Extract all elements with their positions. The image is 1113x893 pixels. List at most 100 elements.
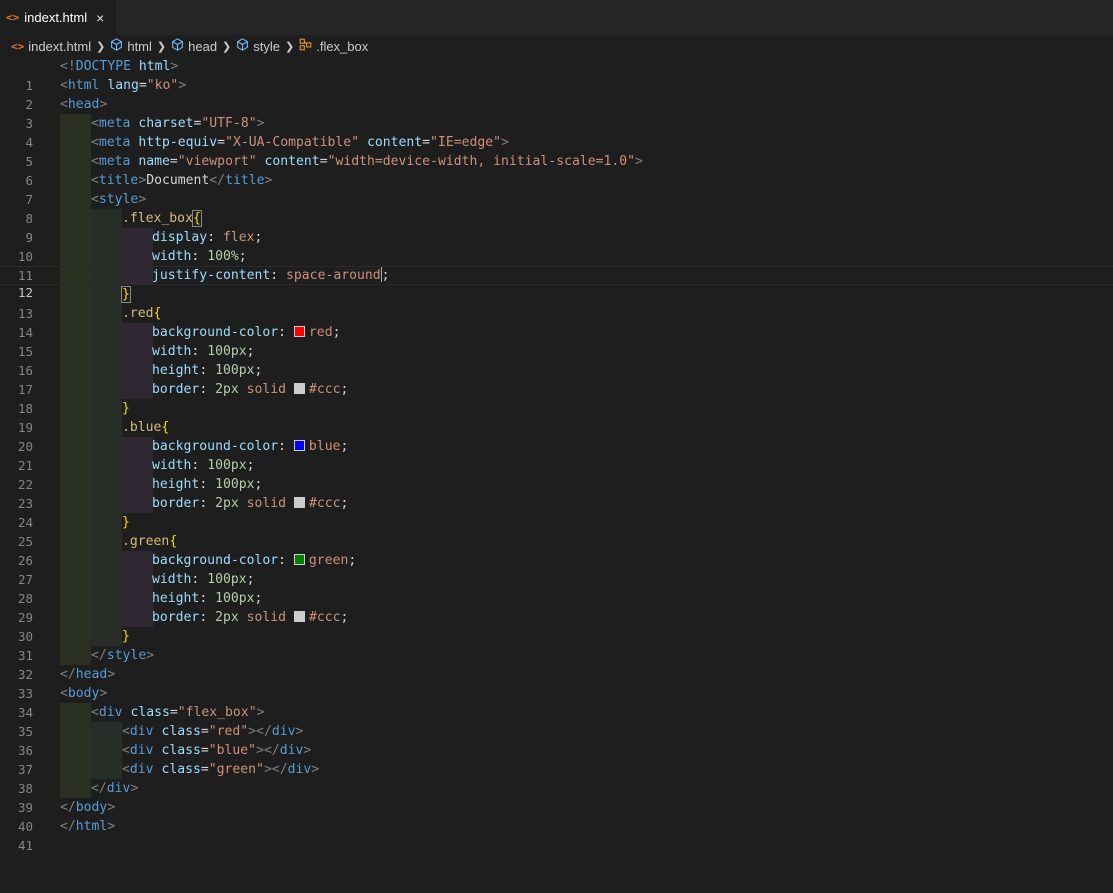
indent-guide <box>91 380 122 399</box>
indent-guide <box>60 456 91 475</box>
code-line: 23 height: 100px; <box>0 475 1113 511</box>
code-line: 10 display: flex; <box>0 228 1113 264</box>
indent-guide <box>91 418 122 437</box>
code-line: 28 width: 100px; <box>0 570 1113 606</box>
indent-guide <box>91 437 122 456</box>
indent-guide <box>91 361 122 380</box>
element-cube-icon <box>171 38 184 54</box>
breadcrumb-label: html <box>127 38 152 54</box>
indent-guide <box>122 437 153 456</box>
indent-guide <box>60 703 91 722</box>
indent-guide <box>122 342 153 361</box>
code-line: 38 <div class="green"></div> <box>0 760 1113 796</box>
indent-guide <box>60 532 91 551</box>
indent-guide <box>122 608 153 627</box>
breadcrumb-label: .flex_box <box>316 38 369 54</box>
code-line: 8 <style> <box>0 190 1113 226</box>
code-line: 5 <meta http-equiv="X-UA-Compatible" con… <box>0 133 1113 169</box>
indent-guide <box>122 456 153 475</box>
code-line: 2 <html lang="ko"> <box>0 76 1113 112</box>
color-swatch-ccc[interactable] <box>293 497 305 508</box>
tab-indext-html[interactable]: <> indext.html × <box>0 0 116 35</box>
code-editor[interactable]: 1 <!DOCTYPE html> 2 <html lang="ko"> 3 <… <box>0 57 1113 853</box>
indent-guide <box>60 437 91 456</box>
indent-guide <box>60 247 91 266</box>
indent-guide <box>122 267 153 284</box>
chevron-right-icon: ❯ <box>222 40 232 53</box>
indent-guide <box>91 722 122 741</box>
code-line: 25 } <box>0 513 1113 549</box>
indent-guide <box>60 760 91 779</box>
indent-guide <box>60 494 91 513</box>
code-line: 20 .blue{ <box>0 418 1113 454</box>
indent-guide <box>60 627 91 646</box>
indent-guide <box>91 399 122 418</box>
indent-guide <box>91 627 122 646</box>
code-line: 9 .flex_box{ <box>0 209 1113 245</box>
indent-guide <box>60 589 91 608</box>
indent-guide <box>60 475 91 494</box>
indent-guide <box>122 380 153 399</box>
code-line: 21 background-color: blue; <box>0 437 1113 473</box>
indent-guide <box>91 570 122 589</box>
breadcrumb: <> indext.html ❯ html ❯ head ❯ style ❯ .… <box>0 35 1113 57</box>
line-number: 41 <box>17 838 33 853</box>
color-swatch-red[interactable] <box>293 326 305 337</box>
indent-guide <box>91 228 122 247</box>
breadcrumb-item-head[interactable]: head <box>171 38 217 54</box>
code-line: 24 border: 2px solid #ccc; <box>0 494 1113 530</box>
indent-guide <box>91 456 122 475</box>
indent-guide <box>60 209 91 228</box>
code-line: 18 border: 2px solid #ccc; <box>0 380 1113 416</box>
close-icon[interactable]: × <box>96 10 104 26</box>
code-line: 27 background-color: green; <box>0 551 1113 587</box>
indent-guide <box>91 209 122 228</box>
indent-guide <box>122 247 153 266</box>
indent-guide <box>91 267 122 284</box>
indent-guide <box>122 589 153 608</box>
code-line: 1 <!DOCTYPE html> <box>0 57 1113 93</box>
breadcrumb-item-file[interactable]: <> indext.html <box>11 39 91 54</box>
html-file-icon: <> <box>11 39 25 53</box>
breadcrumb-label: style <box>253 38 280 54</box>
indent-guide <box>60 361 91 380</box>
code-line: 13 } <box>0 285 1113 321</box>
element-cube-icon <box>110 38 123 54</box>
indent-guide <box>122 551 153 570</box>
indent-guide <box>60 513 91 532</box>
indent-guide <box>91 513 122 532</box>
indent-guide <box>91 247 122 266</box>
indent-guide <box>122 228 153 247</box>
code-line: 29 height: 100px; <box>0 589 1113 625</box>
indent-guide <box>122 494 153 513</box>
chevron-right-icon: ❯ <box>96 40 106 53</box>
indent-guide <box>91 741 122 760</box>
indent-guide <box>60 741 91 760</box>
color-swatch-green[interactable] <box>293 554 305 565</box>
code-line: 22 width: 100px; <box>0 456 1113 492</box>
indent-guide <box>91 304 122 323</box>
indent-guide <box>60 779 91 798</box>
code-line-current: 12 justify-content: space-around; <box>0 266 1113 300</box>
indent-guide <box>60 342 91 361</box>
indent-guide <box>60 171 91 190</box>
breadcrumb-item-flex-box[interactable]: .flex_box <box>299 38 368 54</box>
indent-guide <box>91 589 122 608</box>
indent-guide <box>122 475 153 494</box>
indent-guide <box>60 228 91 247</box>
code-line: 34 <body> <box>0 684 1113 720</box>
indent-guide <box>60 722 91 741</box>
breadcrumb-item-style[interactable]: style <box>236 38 280 54</box>
code-line: 32 </style> <box>0 646 1113 682</box>
breadcrumb-item-html[interactable]: html <box>110 38 152 54</box>
code-line: 37 <div class="blue"></div> <box>0 741 1113 777</box>
code-line: 30 border: 2px solid #ccc; <box>0 608 1113 644</box>
indent-guide <box>122 570 153 589</box>
code-line: 6 <meta name="viewport" content="width=d… <box>0 152 1113 188</box>
indent-guide <box>91 760 122 779</box>
indent-guide <box>91 608 122 627</box>
color-swatch-ccc[interactable] <box>293 383 305 394</box>
color-swatch-ccc[interactable] <box>293 611 305 622</box>
code-line: 19 } <box>0 399 1113 435</box>
color-swatch-blue[interactable] <box>293 440 305 451</box>
